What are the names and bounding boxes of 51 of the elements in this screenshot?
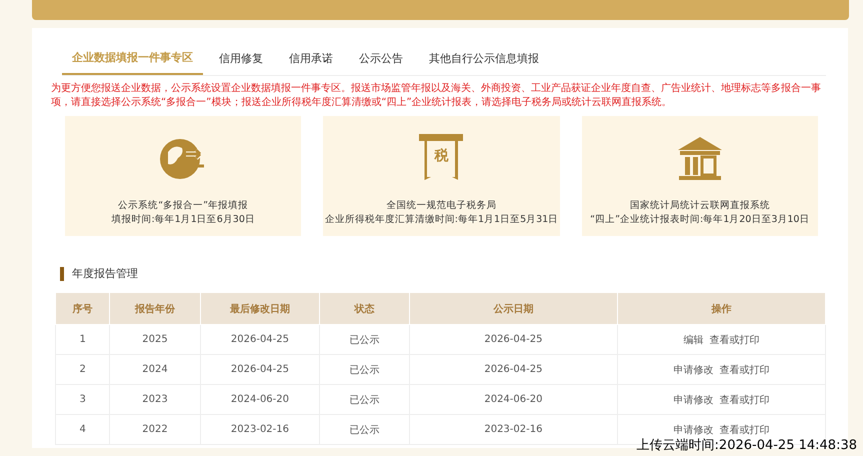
notice-text: 为更方便您报送企业数据，公示系统设置企业数据填报一件事专区。报送市场监管年报以及海关、外商投资、工业产品获证企业年度自查、广告业统计、地理标志等多报合一事项，请直接选择公示系统“多报合一”模块；报送企业所得税年度汇算清缴或“四上”企业统计报表，请选择电子税务局或统计云联网直报系统。 xyxy=(51,82,822,110)
tab[interactable]: 信用承诺 xyxy=(279,46,343,75)
tab[interactable]: 公示公告 xyxy=(349,46,413,75)
tab[interactable]: 信用修复 xyxy=(209,46,273,75)
column-header: 状态 xyxy=(320,292,410,324)
table-cell: 2 xyxy=(56,354,110,384)
table-cell: 2024-06-20 xyxy=(200,384,320,414)
upload-timestamp: 上传云端时间:2026-04-25 14:48:38 xyxy=(636,439,857,453)
table-cell: 2026-04-25 xyxy=(410,354,618,384)
service-card[interactable]: 国家统计局统计云联网直报系统 “四上”企业统计报表时间:每年1月20日至3月10日 xyxy=(582,116,818,236)
table-cell: 2026-04-25 xyxy=(200,354,320,384)
action-link[interactable]: 编辑 xyxy=(683,334,704,346)
table-cell: 已公示 xyxy=(320,354,410,384)
action-link[interactable]: 申请修改 xyxy=(673,394,714,406)
service-period: “四上”企业统计报表时间:每年1月20日至3月10日 xyxy=(590,213,810,226)
service-card[interactable]: 公示系统“多报合一”年报填报 填报时间:每年1月1日至6月30日 xyxy=(65,116,302,236)
table-cell: 2023-02-16 xyxy=(200,414,320,444)
column-header: 报告年份 xyxy=(110,292,200,324)
tab[interactable]: 其他自行公示信息填报 xyxy=(419,46,549,75)
action-link[interactable]: 申请修改 xyxy=(673,364,714,376)
table-cell: 2025 xyxy=(110,324,200,354)
table-cell: 已公示 xyxy=(320,324,410,354)
table-cell: 4 xyxy=(56,414,110,444)
section-marker xyxy=(60,266,64,280)
table-cell: 3 xyxy=(56,384,110,414)
table-cell: 2026-04-25 xyxy=(200,324,320,354)
service-card[interactable]: 税 全国统一规范电子税务局 企业所得税年度汇算清缴时间:每年1月1日至5月31日 xyxy=(323,116,560,236)
table-cell: 2024-06-20 xyxy=(410,384,618,414)
table-cell: 已公示 xyxy=(320,384,410,414)
service-title: 公示系统“多报合一”年报填报 xyxy=(118,199,248,212)
column-header: 公示日期 xyxy=(410,292,618,324)
table-cell: 已公示 xyxy=(320,414,410,444)
section-title: 年度报告管理 xyxy=(72,266,138,281)
action-link[interactable]: 查看或打印 xyxy=(719,424,770,436)
service-title: 国家统计局统计云联网直报系统 xyxy=(630,199,770,212)
action-link[interactable]: 查看或打印 xyxy=(709,334,760,346)
column-header: 序号 xyxy=(56,292,110,324)
table-cell: 2022 xyxy=(110,414,200,444)
table-cell: 1 xyxy=(56,324,110,354)
action-link[interactable]: 查看或打印 xyxy=(719,364,770,376)
action-link[interactable]: 查看或打印 xyxy=(719,394,770,406)
table-cell: 2026-04-25 xyxy=(410,324,618,354)
table-cell: 2023-02-16 xyxy=(410,414,618,444)
service-period: 企业所得税年度汇算清缴时间:每年1月1日至5月31日 xyxy=(324,213,558,226)
table-cell: 2024 xyxy=(110,354,200,384)
table-cell: 2023 xyxy=(110,384,200,414)
action-link[interactable]: 申请修改 xyxy=(673,424,714,436)
column-header: 最后修改日期 xyxy=(200,292,320,324)
service-period: 填报时间:每年1月1日至6月30日 xyxy=(111,213,255,226)
service-title: 全国统一规范电子税务局 xyxy=(386,199,496,212)
column-header: 操作 xyxy=(617,292,826,324)
